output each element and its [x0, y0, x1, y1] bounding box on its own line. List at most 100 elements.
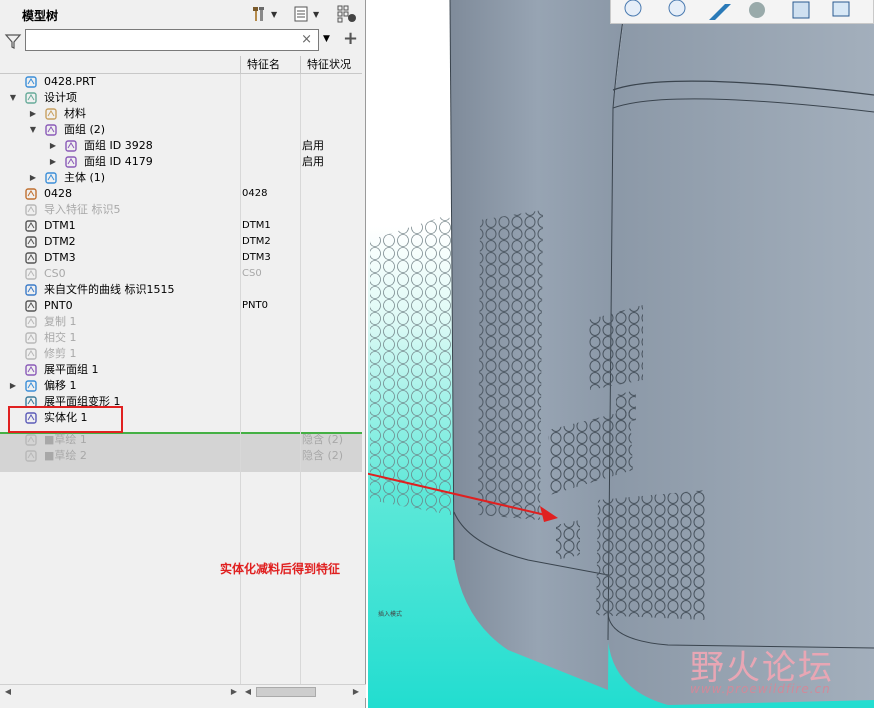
- scroll-left-icon[interactable]: ◀: [2, 686, 14, 698]
- part-icon: [25, 76, 37, 88]
- scroll-right-icon[interactable]: ▶: [228, 686, 240, 698]
- tree-row[interactable]: ▶ 面组 ID 4179 启用: [0, 154, 362, 170]
- tree-row[interactable]: CS0 CS0: [0, 266, 362, 282]
- sketch-icon: [25, 450, 37, 462]
- tree-row-label: 主体 (1): [64, 171, 106, 184]
- tree-row-label: 面组 ID 4179: [84, 155, 153, 168]
- horizontal-scrollbar[interactable]: ◀ ▶ ◀ ▶: [0, 684, 366, 698]
- display-style-icon[interactable]: [749, 2, 765, 18]
- tree-row[interactable]: ■草绘 2 隐含 (2): [0, 448, 362, 464]
- feature-name-cell: DTM2: [242, 236, 271, 247]
- zoom-out-icon[interactable]: [668, 0, 686, 17]
- tree-row-label: CS0: [44, 267, 66, 280]
- feature-name-cell: DTM1: [242, 220, 271, 231]
- scrollbar-thumb[interactable]: [256, 687, 316, 697]
- highlight-box: [8, 406, 123, 433]
- scroll-right-icon[interactable]: ▶: [350, 686, 362, 698]
- tree-row[interactable]: 导入特征 标识5: [0, 202, 362, 218]
- tree-row[interactable]: DTM2 DTM2: [0, 234, 362, 250]
- zoom-in-icon[interactable]: [624, 0, 642, 17]
- tree-row-label: 0428.PRT: [44, 75, 96, 88]
- filter-icon[interactable]: [4, 32, 22, 50]
- model-render: [368, 0, 874, 708]
- tree-row-label: DTM3: [44, 251, 76, 264]
- tree-row[interactable]: 0428 0428: [0, 186, 362, 202]
- design-items-icon: [25, 92, 37, 104]
- tree-row[interactable]: ■草绘 1 隐含 (2): [0, 432, 362, 448]
- tree-row-label: 面组 (2): [64, 123, 106, 136]
- expand-icon[interactable]: ▶: [48, 138, 58, 154]
- mode-note: 插入模式: [378, 611, 403, 618]
- tree-row-label: DTM1: [44, 219, 76, 232]
- chevron-down-icon: ▼: [313, 9, 320, 19]
- view-manager-icon[interactable]: [832, 1, 850, 17]
- feature-name-cell: DTM3: [242, 252, 271, 263]
- tree-row[interactable]: ▼ 设计项: [0, 90, 362, 106]
- tree-row[interactable]: 来自文件的曲线 标识1515: [0, 282, 362, 298]
- datum-plane-icon: [25, 220, 37, 232]
- chevron-down-icon: ▼: [271, 9, 278, 19]
- tree-row-label: 0428: [44, 187, 72, 200]
- scroll-left-icon[interactable]: ◀: [242, 686, 254, 698]
- tree-row[interactable]: DTM3 DTM3: [0, 250, 362, 266]
- tree-row-label: 设计项: [44, 91, 77, 104]
- body-icon: [45, 172, 57, 184]
- chevron-down-icon[interactable]: ▼: [323, 34, 330, 44]
- datum-plane-icon: [25, 252, 37, 264]
- tree-row[interactable]: 0428.PRT: [0, 74, 362, 90]
- tree-row[interactable]: ▶ 偏移 1: [0, 378, 362, 394]
- tree-row[interactable]: ▶ 面组 ID 3928 启用: [0, 138, 362, 154]
- quilt-icon: [45, 124, 57, 136]
- column-settings-button[interactable]: [336, 4, 358, 24]
- collapse-icon[interactable]: ▼: [28, 122, 38, 138]
- refit-icon[interactable]: [709, 4, 731, 20]
- collapse-icon[interactable]: ▼: [8, 90, 18, 106]
- graphics-viewport[interactable]: [368, 0, 874, 708]
- tree-row[interactable]: 展平面组 1: [0, 362, 362, 378]
- datum-plane-icon: [25, 236, 37, 248]
- sketch-icon: [25, 434, 37, 446]
- tree-row[interactable]: DTM1 DTM1: [0, 218, 362, 234]
- tree-row[interactable]: 相交 1: [0, 330, 362, 346]
- tree-row[interactable]: ▶ 材料: [0, 106, 362, 122]
- tree-row-label: ■草绘 1: [44, 433, 87, 446]
- tree-row[interactable]: PNT0 PNT0: [0, 298, 362, 314]
- intersect-icon: [25, 332, 37, 344]
- expand-icon[interactable]: ▶: [8, 378, 18, 394]
- coordinate-system-icon: [25, 188, 37, 200]
- search-input[interactable]: ×: [25, 29, 319, 51]
- tree-row[interactable]: ▼ 面组 (2): [0, 122, 362, 138]
- model-tree-panel: 模型树 ▼ ▼ × ▼ + 特征名 特征状况 0428.PRT ▼ 设计项 ▶ …: [0, 0, 366, 708]
- tree-row-label: 相交 1: [44, 331, 77, 344]
- saved-views-icon[interactable]: [792, 1, 810, 19]
- expand-icon[interactable]: ▶: [28, 170, 38, 186]
- import-feature-icon: [25, 204, 37, 216]
- quilt-icon: [65, 156, 77, 168]
- tree-row-label: PNT0: [44, 299, 73, 312]
- filter-row: × ▼ +: [0, 28, 366, 54]
- offset-icon: [25, 380, 37, 392]
- tree-row-label: 偏移 1: [44, 379, 77, 392]
- tree-row[interactable]: ▶ 主体 (1): [0, 170, 362, 186]
- show-settings-button[interactable]: ▼: [292, 4, 319, 24]
- expand-icon[interactable]: ▶: [28, 106, 38, 122]
- panel-header: 模型树 ▼ ▼: [0, 0, 366, 28]
- feature-status-cell: 隐含 (2): [302, 449, 344, 462]
- feature-name-cell: 0428: [242, 188, 268, 199]
- tree-row[interactable]: 修剪 1: [0, 346, 362, 362]
- panel-title: 模型树: [22, 9, 59, 23]
- tree-row-label: DTM2: [44, 235, 76, 248]
- annotation-text: 实体化减料后得到特征: [220, 562, 341, 576]
- expand-icon[interactable]: ▶: [48, 154, 58, 170]
- add-icon[interactable]: +: [343, 28, 358, 49]
- tools-button[interactable]: ▼: [250, 4, 277, 24]
- tree-row-label: 修剪 1: [44, 347, 77, 360]
- column-header-feature-status[interactable]: 特征状况: [300, 56, 362, 74]
- flatten-quilt-icon: [25, 364, 37, 376]
- quilt-icon: [65, 140, 77, 152]
- clear-icon[interactable]: ×: [301, 32, 312, 47]
- column-header-feature-name[interactable]: 特征名: [240, 56, 300, 74]
- tree-column-header: [0, 56, 240, 74]
- tree-row-label: 复制 1: [44, 315, 77, 328]
- tree-row[interactable]: 复制 1: [0, 314, 362, 330]
